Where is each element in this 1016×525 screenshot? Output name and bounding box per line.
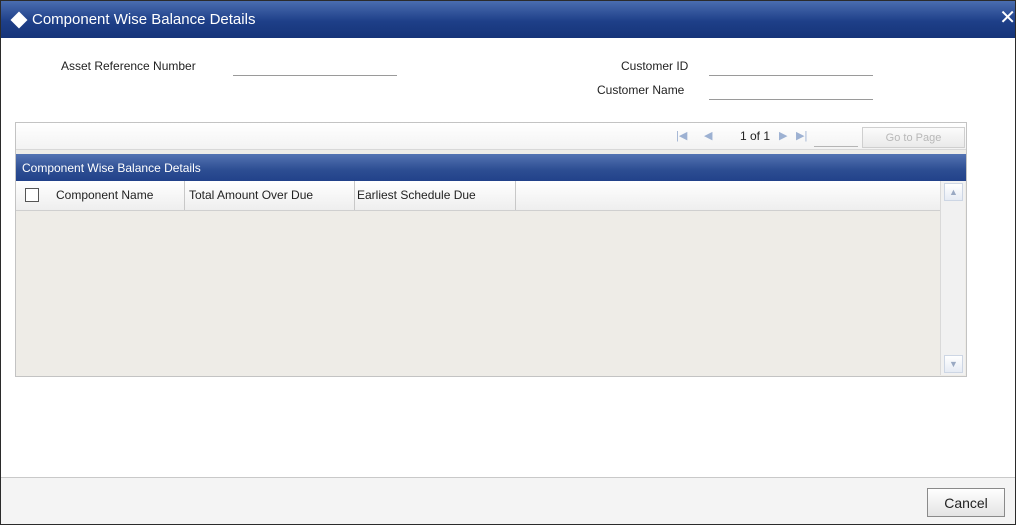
last-page-icon[interactable]: ▶| <box>796 129 807 142</box>
select-all-checkbox[interactable] <box>25 188 39 202</box>
asset-reference-input[interactable] <box>233 57 397 76</box>
customer-name-label: Customer Name <box>597 83 685 97</box>
pagination-bar: |◀ ◀ 1 of 1 ▶ ▶| Go to Page <box>16 123 966 150</box>
close-icon[interactable]: ✕ <box>999 7 1016 29</box>
customer-id-input[interactable] <box>709 57 873 76</box>
page-indicator: 1 of 1 <box>740 129 771 143</box>
column-header-component-name[interactable]: Component Name <box>56 181 185 210</box>
cancel-button[interactable]: Cancel <box>927 488 1005 517</box>
title-bar: Component Wise Balance Details ✕ <box>1 1 1016 38</box>
customer-id-label: Customer ID <box>621 59 689 73</box>
diamond-icon <box>10 11 28 29</box>
next-page-icon[interactable]: ▶ <box>779 129 787 142</box>
section-title: Component Wise Balance Details <box>22 161 201 175</box>
vertical-scrollbar[interactable]: ▲ ▼ <box>940 181 965 375</box>
column-header-row: Component Name Total Amount Over Due Ear… <box>16 181 940 211</box>
customer-name-input[interactable] <box>709 81 873 100</box>
column-header-total-amount-over-due[interactable]: Total Amount Over Due <box>189 181 355 210</box>
first-page-icon[interactable]: |◀ <box>676 129 687 142</box>
page-number-input[interactable] <box>814 130 858 147</box>
scroll-up-icon[interactable]: ▲ <box>944 183 963 201</box>
asset-reference-label: Asset Reference Number <box>61 59 196 73</box>
go-to-page-button[interactable]: Go to Page <box>862 127 965 148</box>
column-header-earliest-schedule-due[interactable]: Earliest Schedule Due <box>357 181 516 210</box>
previous-page-icon[interactable]: ◀ <box>704 129 712 142</box>
component-balance-window: Component Wise Balance Details ✕ Asset R… <box>0 0 1016 525</box>
footer-bar: Cancel <box>1 478 1015 524</box>
window-title: Component Wise Balance Details <box>32 11 256 28</box>
balance-grid: |◀ ◀ 1 of 1 ▶ ▶| Go to Page Component Wi… <box>15 122 967 377</box>
section-header: Component Wise Balance Details <box>16 154 966 181</box>
scroll-down-icon[interactable]: ▼ <box>944 355 963 373</box>
